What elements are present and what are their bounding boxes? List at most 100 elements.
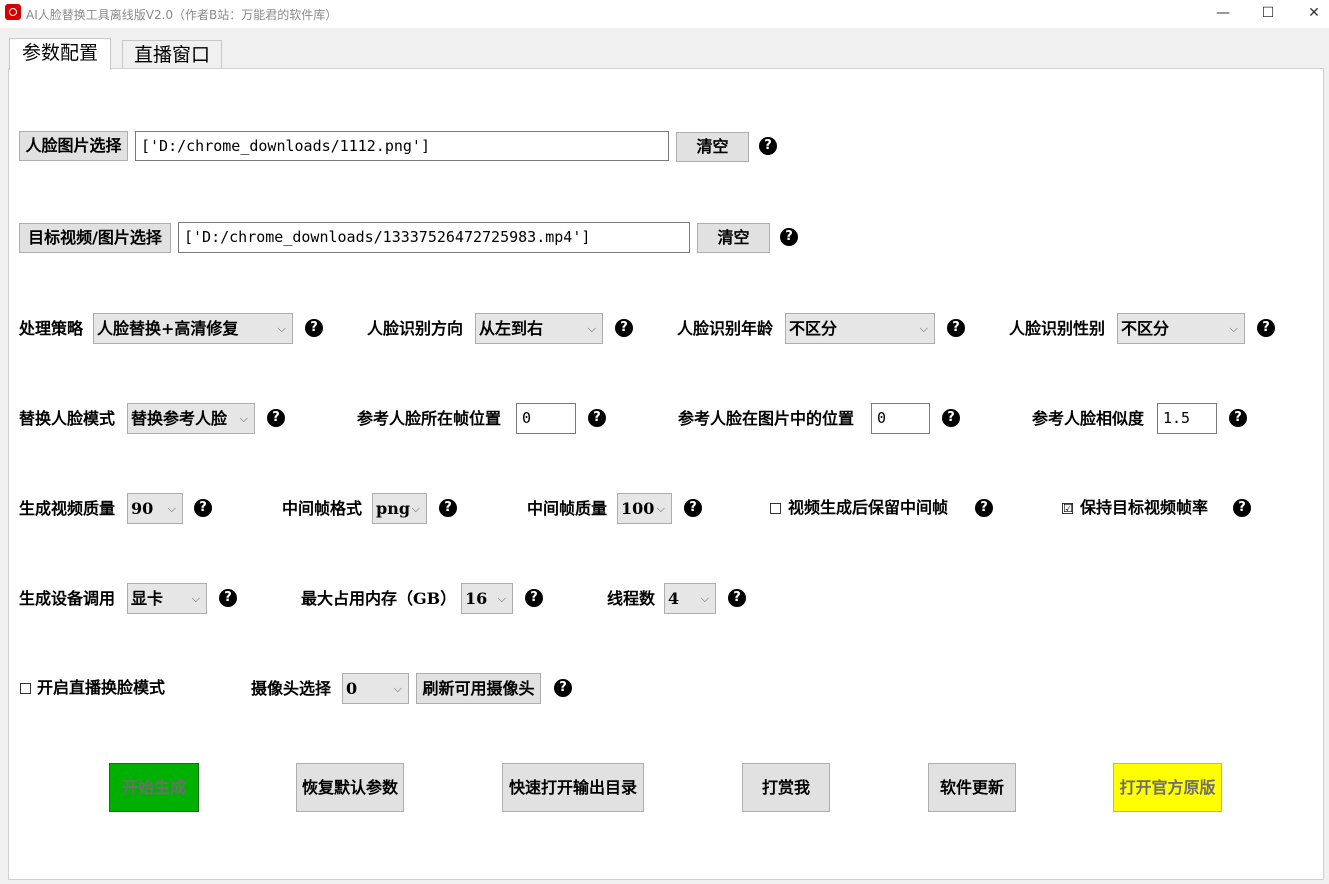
camera-value: 0 <box>346 679 358 698</box>
memory-label: 最大占用内存（GB） <box>301 589 457 608</box>
chevron-down-icon: ⌵ <box>277 322 286 335</box>
help-icon[interactable]: ? <box>305 319 323 337</box>
keep-frames-checkbox[interactable] <box>770 503 781 514</box>
chevron-down-icon: ⌵ <box>700 592 709 605</box>
help-icon[interactable]: ? <box>525 589 543 607</box>
similarity-label: 参考人脸相似度 <box>1032 409 1145 428</box>
strategy-label: 处理策略 <box>19 319 84 338</box>
direction-label: 人脸识别方向 <box>367 319 464 338</box>
live-mode-checkbox[interactable] <box>20 683 31 694</box>
chevron-down-icon: ⌵ <box>497 592 506 605</box>
face-mode-value: 替换参考人脸 <box>131 409 228 428</box>
image-position-label: 参考人脸在图片中的位置 <box>678 409 855 428</box>
direction-select[interactable]: 从左到右 ⌵ <box>475 313 603 344</box>
start-generate-button[interactable]: 开始生成 <box>109 763 199 812</box>
target-path-input[interactable]: ['D:/chrome_downloads/13337526472725983.… <box>178 222 690 253</box>
face-image-path-input[interactable]: ['D:/chrome_downloads/1112.png'] <box>135 131 669 161</box>
device-select[interactable]: 显卡 ⌵ <box>127 583 207 614</box>
help-icon[interactable]: ? <box>1229 409 1247 427</box>
age-select[interactable]: 不区分 ⌵ <box>785 313 935 344</box>
help-icon[interactable]: ? <box>728 589 746 607</box>
help-icon[interactable]: ? <box>615 319 633 337</box>
open-official-button[interactable]: 打开官方原版 <box>1113 763 1222 812</box>
help-icon[interactable]: ? <box>759 137 777 155</box>
face-mode-select[interactable]: 替换参考人脸 ⌵ <box>127 403 255 434</box>
direction-value: 从左到右 <box>479 319 544 338</box>
chevron-down-icon: ⌵ <box>191 592 200 605</box>
threads-label: 线程数 <box>607 589 656 608</box>
chevron-down-icon: ⌵ <box>167 502 176 515</box>
camera-select[interactable]: 0 ⌵ <box>342 673 409 704</box>
video-quality-label: 生成视频质量 <box>19 499 116 518</box>
frame-quality-value: 100 <box>621 499 655 518</box>
keep-frames-label: 视频生成后保留中间帧 <box>788 498 949 517</box>
help-icon[interactable]: ? <box>439 499 457 517</box>
help-icon[interactable]: ? <box>947 319 965 337</box>
age-label: 人脸识别年龄 <box>677 319 774 338</box>
chevron-down-icon: ⌵ <box>656 502 665 515</box>
tab-live[interactable]: 直播窗口 <box>122 40 223 69</box>
chevron-down-icon: ⌵ <box>1229 322 1238 335</box>
refresh-camera-button[interactable]: 刷新可用摄像头 <box>416 673 541 704</box>
threads-select[interactable]: 4 ⌵ <box>664 583 716 614</box>
help-icon[interactable]: ? <box>942 409 960 427</box>
gender-label: 人脸识别性别 <box>1009 319 1106 338</box>
help-icon[interactable]: ? <box>588 409 606 427</box>
help-icon[interactable]: ? <box>780 228 798 246</box>
chevron-down-icon: ⌵ <box>919 322 928 335</box>
help-icon[interactable]: ? <box>1257 319 1275 337</box>
frame-format-label: 中间帧格式 <box>282 499 363 518</box>
gender-value: 不区分 <box>1121 319 1170 338</box>
image-position-input[interactable]: 0 <box>871 403 930 434</box>
video-quality-value: 90 <box>131 499 154 518</box>
face-image-clear-button[interactable]: 清空 <box>676 132 749 162</box>
chevron-down-icon: ⌵ <box>239 412 248 425</box>
help-icon[interactable]: ? <box>1233 499 1251 517</box>
help-icon[interactable]: ? <box>975 499 993 517</box>
reset-defaults-button[interactable]: 恢复默认参数 <box>296 763 404 812</box>
open-output-dir-button[interactable]: 快速打开输出目录 <box>502 763 644 812</box>
minimize-button[interactable]: — <box>1200 0 1246 28</box>
face-image-select-button[interactable]: 人脸图片选择 <box>19 131 128 161</box>
target-select-button[interactable]: 目标视频/图片选择 <box>19 223 171 253</box>
frame-quality-label: 中间帧质量 <box>527 499 608 518</box>
similarity-input[interactable]: 1.5 <box>1157 403 1217 434</box>
help-icon[interactable]: ? <box>554 679 572 697</box>
memory-value: 16 <box>465 589 488 608</box>
app-icon <box>5 4 21 20</box>
frame-position-label: 参考人脸所在帧位置 <box>357 409 502 428</box>
help-icon[interactable]: ? <box>219 589 237 607</box>
help-icon[interactable]: ? <box>684 499 702 517</box>
frame-quality-select[interactable]: 100 ⌵ <box>617 493 672 524</box>
device-value: 显卡 <box>131 589 164 608</box>
target-clear-button[interactable]: 清空 <box>697 223 770 253</box>
face-mode-label: 替换人脸模式 <box>19 409 116 428</box>
gender-select[interactable]: 不区分 ⌵ <box>1117 313 1245 344</box>
live-mode-label: 开启直播换脸模式 <box>37 678 166 697</box>
chevron-down-icon: ⌵ <box>587 322 596 335</box>
chevron-down-icon: ⌵ <box>393 682 402 695</box>
maximize-button[interactable]: ☐ <box>1245 0 1291 28</box>
keep-fps-label: 保持目标视频帧率 <box>1080 498 1209 517</box>
memory-select[interactable]: 16 ⌵ <box>461 583 513 614</box>
params-panel <box>8 68 1324 880</box>
window-title: AI人脸替换工具离线版V2.0（作者B站：万能君的软件库） <box>26 8 338 22</box>
help-icon[interactable]: ? <box>194 499 212 517</box>
threads-value: 4 <box>668 589 680 608</box>
keep-fps-checkbox[interactable]: ☑ <box>1062 503 1073 514</box>
frame-position-input[interactable]: 0 <box>516 403 576 434</box>
software-update-button[interactable]: 软件更新 <box>928 763 1016 812</box>
video-quality-select[interactable]: 90 ⌵ <box>127 493 183 524</box>
frame-format-select[interactable]: png ⌵ <box>372 493 427 524</box>
strategy-select[interactable]: 人脸替换+高清修复 ⌵ <box>93 313 293 344</box>
tab-params[interactable]: 参数配置 <box>9 38 112 70</box>
help-icon[interactable]: ? <box>267 409 285 427</box>
frame-format-value: png <box>376 499 411 518</box>
title-bar: AI人脸替换工具离线版V2.0（作者B站：万能君的软件库） — ☐ ✕ <box>0 0 1329 28</box>
device-label: 生成设备调用 <box>19 589 116 608</box>
chevron-down-icon: ⌵ <box>411 502 420 515</box>
age-value: 不区分 <box>789 319 838 338</box>
strategy-value: 人脸替换+高清修复 <box>97 319 239 338</box>
donate-button[interactable]: 打赏我 <box>742 763 830 812</box>
close-button[interactable]: ✕ <box>1291 0 1329 28</box>
